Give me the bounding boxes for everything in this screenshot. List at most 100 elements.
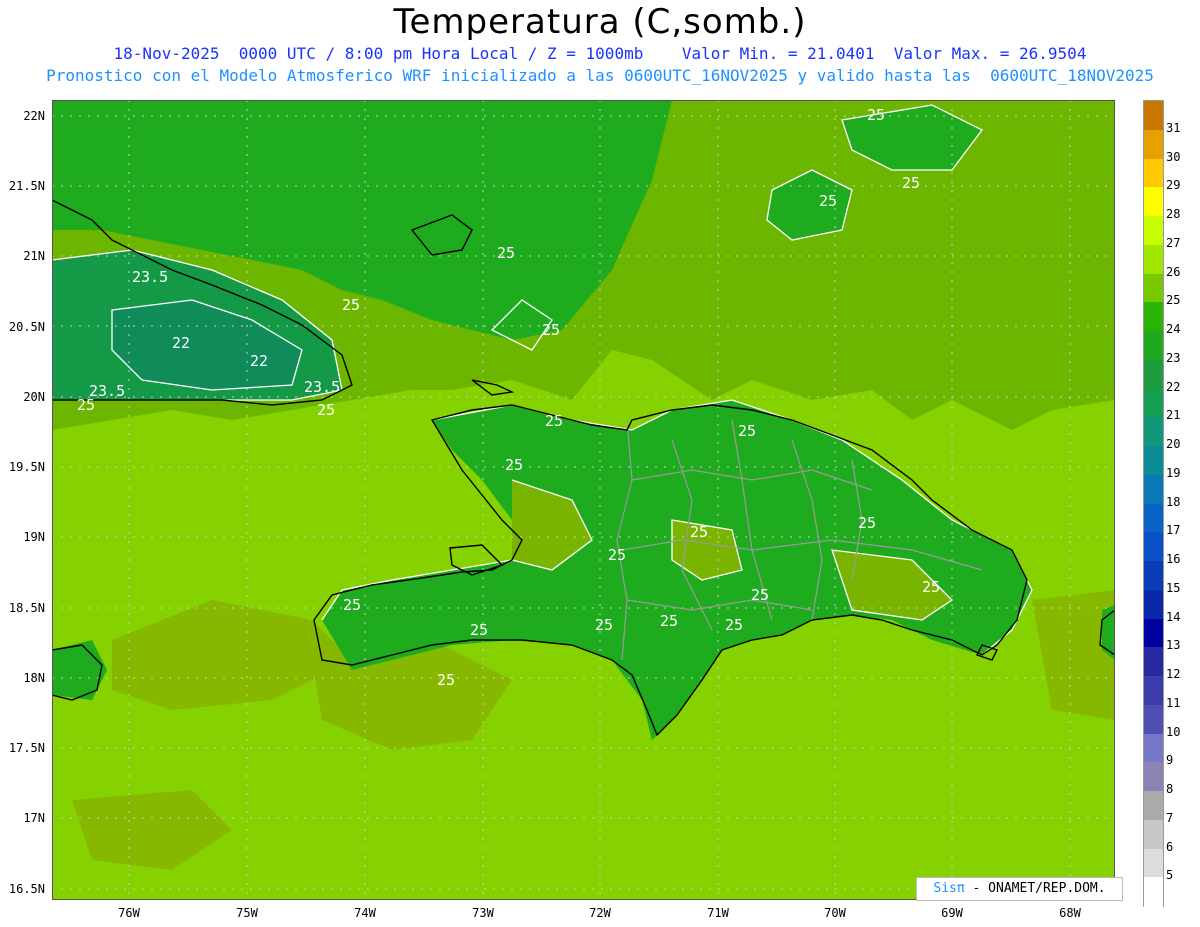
color-scale-bar xyxy=(1143,100,1164,907)
color-scale-segment xyxy=(1144,647,1163,677)
lon-label: 74W xyxy=(354,906,376,920)
color-scale-label: 31 xyxy=(1166,120,1181,135)
color-scale-segment xyxy=(1144,791,1163,821)
color-scale-segment xyxy=(1144,187,1163,217)
contour-label: 25 xyxy=(542,321,560,339)
contour-label: 25 xyxy=(317,401,335,419)
color-scale-segment xyxy=(1144,331,1163,361)
lon-label: 72W xyxy=(589,906,611,920)
contour-label: 25 xyxy=(902,174,920,192)
lat-label: 20.5N xyxy=(8,320,45,334)
lat-label: 16.5N xyxy=(8,882,45,896)
map-canvas: 25 25 25 25 25 25 25 25 25 25 25 25 25 2… xyxy=(52,100,1115,900)
color-scale-label: 8 xyxy=(1166,782,1174,796)
contour-label: 22 xyxy=(250,352,268,370)
color-scale-segment xyxy=(1144,158,1163,188)
lat-label: 21.5N xyxy=(8,179,45,193)
color-scale-segment xyxy=(1144,503,1163,533)
contour-label: 25 xyxy=(738,422,756,440)
credit-box: Sisπ - ONAMET/REP.DOM. xyxy=(916,877,1123,901)
color-scale-segment xyxy=(1144,129,1163,159)
color-scale-label: 18 xyxy=(1166,494,1181,509)
lat-label: 21N xyxy=(23,249,45,263)
color-scale-label: 5 xyxy=(1166,868,1174,883)
lon-label: 69W xyxy=(941,906,963,920)
contour-label: 25 xyxy=(660,612,678,630)
contour-label: 25 xyxy=(545,412,563,430)
color-scale-label: 11 xyxy=(1166,695,1181,710)
contour-label: 25 xyxy=(342,296,360,314)
color-scale-segment xyxy=(1144,244,1163,274)
color-scale-segment xyxy=(1144,532,1163,562)
lon-label: 75W xyxy=(236,906,258,920)
contour-label: 25 xyxy=(505,456,523,474)
contour-label: 25 xyxy=(819,192,837,210)
credit-text: - ONAMET/REP.DOM. xyxy=(964,881,1106,896)
color-scale-segment xyxy=(1144,733,1163,763)
color-scale-label: 10 xyxy=(1166,724,1181,739)
contour-label: 25 xyxy=(922,578,940,596)
subtitle-date-range: 18-Nov-2025 0000 UTC / 8:00 pm Hora Loca… xyxy=(113,44,1087,63)
lat-label: 22N xyxy=(23,109,45,123)
contour-label: 25 xyxy=(751,586,769,604)
lat-label: 18.5N xyxy=(8,601,45,615)
lon-label: 71W xyxy=(707,906,729,920)
color-scale-label: 12 xyxy=(1166,667,1181,681)
contour-label: 25 xyxy=(595,616,613,634)
color-scale-segment xyxy=(1144,676,1163,706)
lon-label: 68W xyxy=(1059,906,1081,920)
contour-label: 25 xyxy=(608,546,626,564)
color-scale-label: 13 xyxy=(1166,638,1181,653)
color-scale-segment xyxy=(1144,474,1163,504)
lat-label: 18N xyxy=(23,671,45,685)
color-scale-segment xyxy=(1144,302,1163,332)
lon-label: 73W xyxy=(472,906,494,920)
color-scale-segment xyxy=(1144,877,1163,907)
contour-label: 25 xyxy=(858,514,876,532)
map-title: Temperatura (C,somb.) xyxy=(393,2,807,42)
color-scale-segment xyxy=(1144,704,1163,734)
color-scale-label: 7 xyxy=(1166,810,1174,825)
color-scale-segment xyxy=(1144,446,1163,476)
color-scale-segment xyxy=(1144,762,1163,792)
contour-label: 23.5 xyxy=(304,378,340,396)
color-scale-label: 22 xyxy=(1166,379,1181,394)
lat-label: 20N xyxy=(23,390,45,404)
color-scale-segment xyxy=(1144,561,1163,591)
lon-label: 76W xyxy=(118,906,140,920)
color-scale-label: 16 xyxy=(1166,552,1181,566)
color-scale-label: 28 xyxy=(1166,207,1181,221)
contour-label: 25 xyxy=(690,523,708,541)
color-scale-segment xyxy=(1144,848,1163,878)
color-scale-label: 9 xyxy=(1166,753,1174,768)
color-scale-label: 20 xyxy=(1166,437,1181,451)
lat-label: 17.5N xyxy=(8,741,45,755)
lon-label: 70W xyxy=(824,906,846,920)
sis-logo-text: Sisπ xyxy=(933,881,965,896)
color-scale-label: 21 xyxy=(1166,408,1181,423)
lat-label: 17N xyxy=(23,811,45,825)
contour-label: 25 xyxy=(437,671,455,689)
color-scale-label: 24 xyxy=(1166,322,1181,336)
color-scale-segment xyxy=(1144,589,1163,619)
color-scale-segment xyxy=(1144,101,1163,131)
contour-label: 25 xyxy=(343,596,361,614)
color-scale-label: 30 xyxy=(1166,149,1181,164)
color-scale-segment xyxy=(1144,417,1163,447)
color-scale-segment xyxy=(1144,273,1163,303)
lat-label: 19.5N xyxy=(8,460,45,474)
contour-label: 23.5 xyxy=(89,382,125,400)
color-scale-label: 17 xyxy=(1166,523,1181,538)
contour-label: 22 xyxy=(172,334,190,352)
lat-label: 19N xyxy=(23,530,45,544)
color-scale-segment xyxy=(1144,359,1163,389)
color-scale-label: 25 xyxy=(1166,293,1181,308)
color-scale-label: 14 xyxy=(1166,609,1181,624)
color-scale-segment xyxy=(1144,216,1163,246)
color-scale-label: 29 xyxy=(1166,178,1181,193)
color-scale-label: 27 xyxy=(1166,235,1181,250)
contour-label: 25 xyxy=(867,106,885,124)
temperature-map: 25 25 25 25 25 25 25 25 25 25 25 25 25 2… xyxy=(52,100,1115,900)
contour-label: 23.5 xyxy=(132,268,168,286)
contour-label: 25 xyxy=(497,244,515,262)
